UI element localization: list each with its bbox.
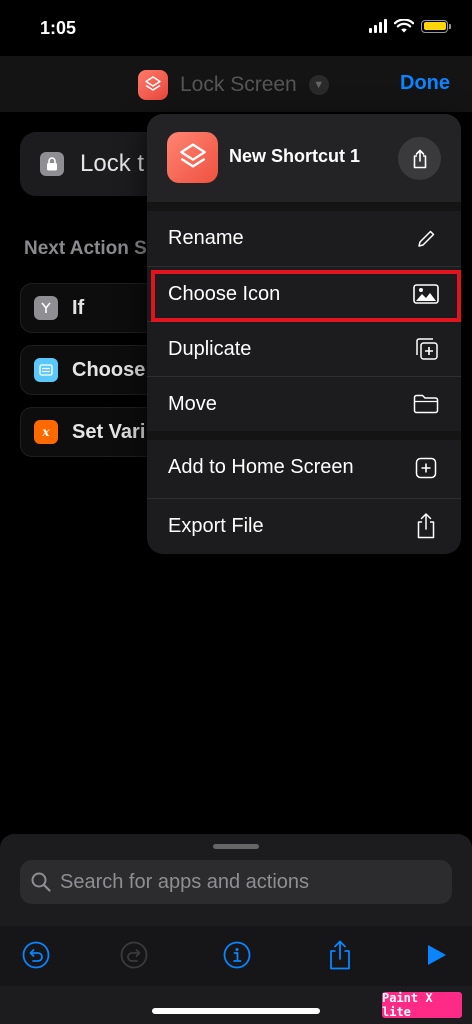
shortcut-layers-icon (167, 132, 218, 183)
menu-item-choose-icon[interactable]: Choose Icon (147, 266, 461, 321)
nav-bar: Lock Screen ▼ Done (0, 56, 472, 112)
search-icon (31, 872, 51, 892)
pencil-icon (411, 229, 441, 249)
menu-divider (147, 202, 461, 211)
photo-icon (411, 284, 441, 304)
lock-icon (40, 152, 64, 176)
duplicate-icon (411, 337, 441, 361)
nav-title-group[interactable]: Lock Screen ▼ (138, 70, 329, 100)
folder-icon (411, 394, 441, 414)
next-action-suggestions-label: Next Action S (24, 238, 147, 259)
menu-item-label: Duplicate (168, 337, 252, 360)
wifi-icon (394, 19, 414, 33)
done-button[interactable]: Done (400, 72, 450, 95)
menu-header: New Shortcut 1 (147, 114, 461, 202)
menu-item-duplicate[interactable]: Duplicate (147, 321, 461, 376)
redo-button[interactable] (118, 939, 150, 971)
home-indicator[interactable] (152, 1008, 320, 1014)
info-button[interactable] (221, 939, 253, 971)
menu-divider (147, 431, 461, 440)
search-placeholder: Search for apps and actions (60, 870, 310, 893)
menu-item-move[interactable]: Move (147, 376, 461, 431)
shortcut-context-menu: New Shortcut 1 Rename Choose Icon Duplic… (147, 114, 461, 554)
undo-icon (22, 941, 50, 969)
menu-item-rename[interactable]: Rename (147, 211, 461, 266)
status-icons (369, 19, 451, 33)
nav-title: Lock Screen (180, 73, 297, 96)
battery-icon (421, 19, 451, 33)
editor-toolbar (0, 926, 472, 986)
shortcut-name: New Shortcut 1 (229, 146, 361, 166)
share-icon (413, 149, 426, 168)
status-bar: 1:05 (0, 0, 472, 56)
run-button[interactable] (420, 939, 452, 971)
menu-item-label: Move (168, 392, 217, 415)
chevron-down-icon: ▼ (308, 75, 329, 95)
share-icon (330, 940, 350, 970)
undo-button[interactable] (20, 939, 52, 971)
shortcut-layers-icon (138, 70, 168, 100)
status-time: 1:05 (40, 18, 77, 38)
action-label: Set Vari (72, 420, 146, 443)
menu-item-label: Choose Icon (168, 282, 281, 305)
search-input[interactable]: Search for apps and actions (20, 860, 452, 904)
action-label: If (72, 296, 85, 319)
play-icon (428, 945, 446, 965)
menu-item-export-file[interactable]: Export File (147, 498, 461, 553)
sheet-grabber[interactable] (213, 844, 259, 849)
watermark-badge: Paint X lite (382, 991, 462, 1019)
if-branch-icon (34, 296, 58, 320)
plus-square-icon (411, 457, 441, 479)
menu-item-label: Add to Home Screen (168, 456, 354, 478)
menu-item-label: Export File (168, 514, 264, 537)
info-icon (223, 941, 251, 969)
lock-action-label: Lock t (80, 150, 145, 177)
share-button[interactable] (398, 137, 441, 180)
menu-item-add-to-home-screen[interactable]: Add to Home Screen (147, 440, 461, 495)
menu-item-label: Rename (168, 227, 244, 249)
variable-x-icon: x (34, 420, 58, 444)
redo-icon (120, 941, 148, 969)
action-label: Choose (72, 358, 146, 381)
menu-list-icon (34, 358, 58, 382)
share-icon (411, 512, 441, 540)
share-button[interactable] (324, 939, 356, 971)
cellular-signal-icon (369, 19, 387, 33)
